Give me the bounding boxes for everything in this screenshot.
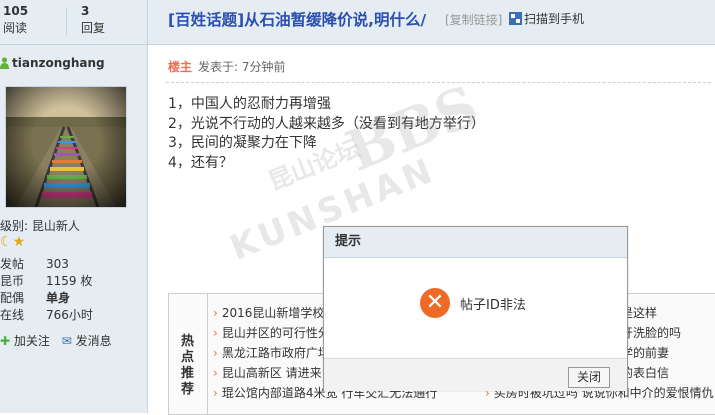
author-name-row[interactable]: tianzonghang <box>0 56 105 70</box>
stats-divider <box>66 8 67 36</box>
views-count: 105 <box>3 4 29 18</box>
thread-title[interactable]: [百姓话题]从石油暂缓降价说,明什么/ <box>168 8 426 30</box>
dialog-message: 帖子ID非法 <box>460 298 526 313</box>
arrow-icon: › <box>213 326 218 340</box>
owner-badge: 楼主 <box>168 60 193 74</box>
moon-icon: ☾ <box>0 234 13 250</box>
replies-label: 回复 <box>81 21 106 35</box>
thread-header: [百姓话题]从石油暂缓降价说,明什么/ [复制链接] 扫描到手机 <box>148 0 715 45</box>
star-icon: ★ <box>12 234 26 250</box>
info-row: 发帖 303 <box>0 257 69 271</box>
author-sidebar: 105 阅读 3 回复 tianzonghang 级别: 昆山新人 ☾★ 发帖 … <box>0 0 148 413</box>
thread-stats: 105 阅读 3 回复 <box>0 0 147 45</box>
alert-dialog: 提示 ✕ 帖子ID非法 关闭 <box>323 226 628 391</box>
message-button[interactable]: ✉ 发消息 <box>62 334 112 348</box>
follow-button[interactable]: ✚ 加关注 <box>0 334 50 348</box>
info-row: 配偶 单身 <box>0 291 71 305</box>
info-row: 在线 766小时 <box>0 308 93 322</box>
medals: ☾★ <box>0 234 25 250</box>
user-info: 发帖 303 昆币 1159 枚 配偶 单身 在线 766小时 <box>0 256 147 324</box>
views-stat: 105 阅读 <box>3 3 63 37</box>
user-actions: ✚ 加关注 ✉ 发消息 <box>0 332 112 349</box>
author-name[interactable]: tianzonghang <box>12 56 105 70</box>
views-label: 阅读 <box>3 21 28 35</box>
close-button[interactable]: 关闭 <box>567 367 610 388</box>
dialog-body: ✕ 帖子ID非法 <box>324 258 627 358</box>
copy-link[interactable]: [复制链接] <box>445 11 502 28</box>
dialog-footer: 关闭 <box>324 358 627 391</box>
error-icon: ✕ <box>420 288 450 318</box>
online-user-icon <box>0 57 9 69</box>
dialog-title: 提示 <box>324 227 627 258</box>
post-time: 发表于: 7分钟前 <box>198 60 286 74</box>
arrow-icon: › <box>213 346 218 360</box>
hot-title: 热点推荐 <box>169 294 208 414</box>
envelope-icon: ✉ <box>61 334 72 348</box>
avatar-image <box>6 87 126 207</box>
post-meta: 楼主 发表于: 7分钟前 <box>168 58 286 75</box>
replies-stat: 3 回复 <box>81 3 141 37</box>
avatar[interactable] <box>5 86 127 208</box>
arrow-icon: › <box>213 386 218 400</box>
info-row: 昆币 1159 枚 <box>0 274 93 288</box>
user-level: 级别: 昆山新人 <box>0 219 80 233</box>
arrow-icon: › <box>213 366 218 380</box>
scan-to-phone-link[interactable]: 扫描到手机 <box>509 10 584 27</box>
arrow-icon: › <box>213 306 218 320</box>
qr-code-icon <box>509 12 522 25</box>
plus-icon: ✚ <box>0 334 11 348</box>
replies-count: 3 <box>81 4 90 18</box>
